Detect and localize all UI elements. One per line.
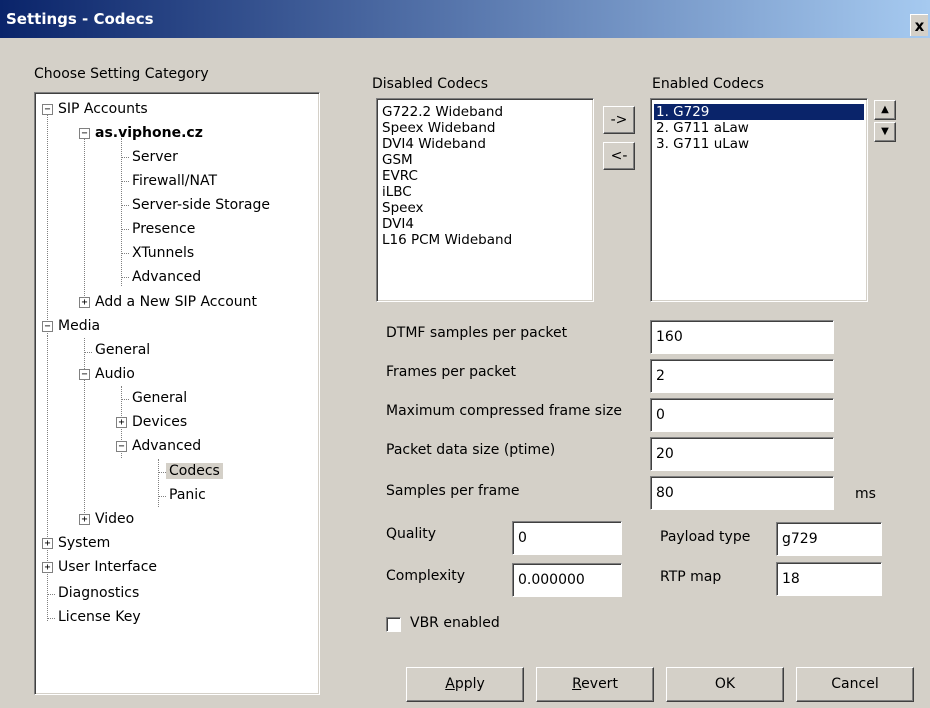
vbr-label: VBR enabled [410, 615, 500, 631]
tree-item-media-general[interactable]: General [92, 338, 153, 362]
title-bar[interactable]: Settings - Codecs x [0, 0, 930, 38]
collapse-icon[interactable]: − [42, 321, 53, 332]
dtmf-label: DTMF samples per packet [386, 325, 568, 341]
list-item[interactable]: iLBC [380, 184, 593, 200]
list-item[interactable]: Speex [380, 200, 593, 216]
tree-item-add-sip-account[interactable]: Add a New SIP Account [92, 290, 260, 314]
cancel-button[interactable]: Cancel [796, 667, 914, 702]
payload-label: Payload type [660, 529, 751, 545]
tree-item-video[interactable]: Video [92, 507, 137, 531]
tree-item-codecs[interactable]: Codecs [166, 459, 223, 483]
tree-item-sip-accounts[interactable]: SIP Accounts [55, 97, 151, 121]
tree-item-account-advanced[interactable]: Advanced [129, 265, 204, 289]
max-frame-input[interactable]: 0 [650, 398, 834, 432]
category-tree[interactable]: − − + − − + − + + + SIP Accounts as.viph… [34, 92, 320, 695]
list-item[interactable]: Speex Wideband [380, 120, 593, 136]
move-up-icon[interactable]: ▲ [874, 100, 896, 120]
ptime-input[interactable]: 20 [650, 437, 834, 471]
samples-input[interactable]: 80 [650, 476, 834, 510]
tree-item-diagnostics[interactable]: Diagnostics [55, 581, 142, 605]
tree-item-license-key[interactable]: License Key [55, 605, 144, 629]
quality-label: Quality [386, 526, 437, 542]
window-title: Settings - Codecs [6, 10, 154, 28]
tree-item-presence[interactable]: Presence [129, 217, 198, 241]
list-item[interactable]: 2. G711 aLaw [654, 120, 864, 136]
tree-item-server[interactable]: Server [129, 145, 181, 169]
tree-item-server-side-storage[interactable]: Server-side Storage [129, 193, 273, 217]
tree-item-audio-general[interactable]: General [129, 386, 190, 410]
complexity-input[interactable]: 0.000000 [512, 563, 622, 597]
apply-button[interactable]: Apply [406, 667, 524, 702]
collapse-icon[interactable]: − [42, 104, 53, 115]
expand-icon[interactable]: + [42, 538, 53, 549]
expand-icon[interactable]: + [79, 514, 90, 525]
settings-window: Settings - Codecs x Choose Setting Categ… [0, 0, 930, 708]
category-heading: Choose Setting Category [34, 66, 209, 82]
disabled-codecs-label: Disabled Codecs [372, 76, 489, 92]
collapse-icon[interactable]: − [79, 369, 90, 380]
complexity-label: Complexity [386, 568, 466, 584]
list-item[interactable]: DVI4 [380, 216, 593, 232]
rtpmap-input[interactable]: 18 [776, 562, 882, 596]
list-item[interactable]: GSM [380, 152, 593, 168]
expand-icon[interactable]: + [79, 297, 90, 308]
tree-item-panic[interactable]: Panic [166, 483, 209, 507]
list-item[interactable]: EVRC [380, 168, 593, 184]
tree-item-xtunnels[interactable]: XTunnels [129, 241, 197, 265]
list-item[interactable]: G722.2 Wideband [380, 104, 593, 120]
move-left-button[interactable]: <- [603, 142, 635, 170]
ptime-label: Packet data size (ptime) [386, 442, 556, 458]
samples-label: Samples per frame [386, 483, 520, 499]
tree-item-firewall-nat[interactable]: Firewall/NAT [129, 169, 220, 193]
move-right-button[interactable]: -> [603, 106, 635, 134]
tree-item-media[interactable]: Media [55, 314, 103, 338]
collapse-icon[interactable]: − [79, 128, 90, 139]
tree-item-audio-advanced[interactable]: Advanced [129, 434, 204, 458]
list-item[interactable]: DVI4 Wideband [380, 136, 593, 152]
dtmf-input[interactable]: 160 [650, 320, 834, 354]
revert-button[interactable]: Revert [536, 667, 654, 702]
tree-item-account[interactable]: as.viphone.cz [92, 121, 206, 145]
tree-item-devices[interactable]: Devices [129, 410, 190, 434]
rtpmap-label: RTP map [660, 569, 722, 585]
tree-item-system[interactable]: System [55, 531, 113, 555]
list-item[interactable]: L16 PCM Wideband [380, 232, 593, 248]
close-icon[interactable]: x [910, 14, 928, 36]
list-item[interactable]: 3. G711 uLaw [654, 136, 864, 152]
expand-icon[interactable]: + [116, 417, 127, 428]
ok-button[interactable]: OK [666, 667, 784, 702]
tree-item-audio[interactable]: Audio [92, 362, 138, 386]
payload-input[interactable]: g729 [776, 522, 882, 556]
tree-item-user-interface[interactable]: User Interface [55, 555, 160, 579]
quality-input[interactable]: 0 [512, 521, 622, 555]
samples-unit: ms [855, 486, 876, 502]
disabled-codecs-list[interactable]: G722.2 Wideband Speex Wideband DVI4 Wide… [376, 98, 594, 302]
collapse-icon[interactable]: − [116, 441, 127, 452]
frames-label: Frames per packet [386, 364, 516, 380]
enabled-codecs-label: Enabled Codecs [652, 76, 764, 92]
vbr-checkbox[interactable] [386, 617, 401, 632]
enabled-codecs-list[interactable]: 1. G729 2. G711 aLaw 3. G711 uLaw [650, 98, 868, 302]
max-frame-label: Maximum compressed frame size [386, 403, 622, 419]
expand-icon[interactable]: + [42, 562, 53, 573]
move-down-icon[interactable]: ▼ [874, 122, 896, 142]
list-item[interactable]: 1. G729 [654, 104, 864, 120]
frames-input[interactable]: 2 [650, 359, 834, 393]
